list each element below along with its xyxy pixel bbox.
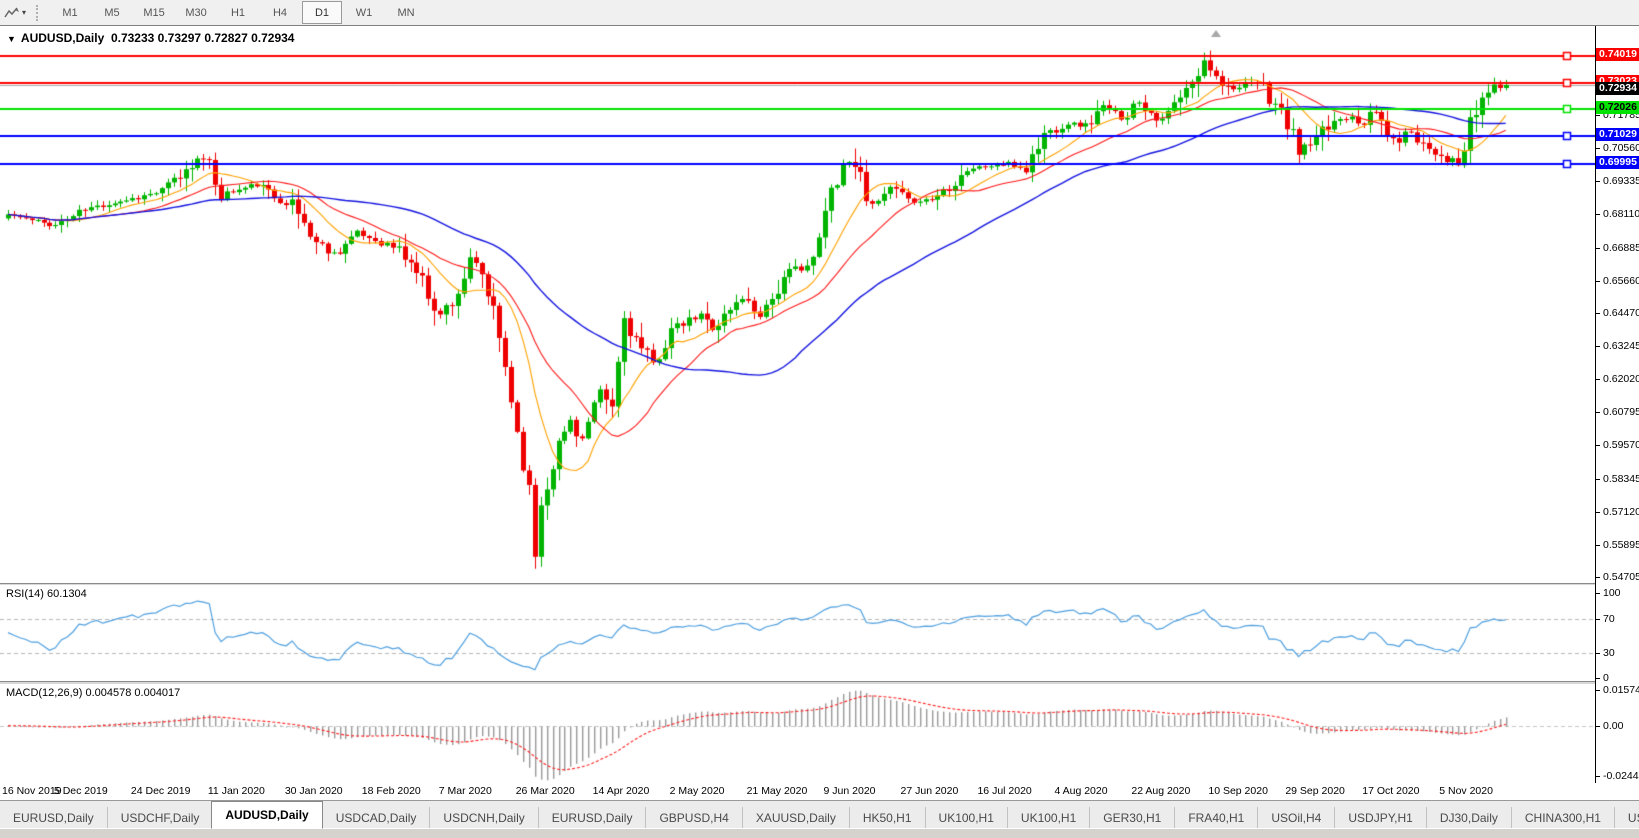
price-tick-label: 0.63245 — [1596, 340, 1639, 352]
date-tick-label: 2 May 2020 — [669, 785, 725, 797]
date-tick-label: 5 Nov 2020 — [1439, 785, 1493, 797]
toolbar-grip — [36, 4, 41, 21]
macd-label: MACD(12,26,9) 0.004578 0.004017 — [6, 687, 181, 699]
chart-tab-usdchf-daily[interactable]: USDCHF,Daily — [106, 807, 213, 829]
date-tick-label: 4 Aug 2020 — [1054, 785, 1108, 797]
price-tick-label: 0.68110 — [1596, 208, 1639, 220]
timeframe-button-m30[interactable]: M30 — [176, 1, 216, 24]
chart-tab-usoil-h1[interactable]: USOil,H1 — [1613, 807, 1639, 829]
price-tick-label: 0.69335 — [1596, 175, 1639, 187]
price-tick-label: 0.65660 — [1596, 275, 1639, 287]
price-axis[interactable]: 0.71785 0.70560 0.69335 0.68110 0.66885 0.656… — [1595, 26, 1639, 783]
candlestick-chart-canvas[interactable] — [0, 27, 1595, 584]
date-tick-label: 14 Apr 2020 — [592, 785, 650, 797]
chart-tab-hk50-h1[interactable]: HK50,H1 — [848, 807, 925, 829]
chart-tab-dj30-daily[interactable]: DJ30,Daily — [1425, 807, 1511, 829]
chart-tab-eurusd-daily[interactable]: EURUSD,Daily — [0, 807, 107, 829]
date-tick-label: 16 Nov 2019 — [2, 785, 62, 797]
chart-tab-eurusd-daily[interactable]: EURUSD,Daily — [537, 807, 646, 829]
macd-tick-label: -0.024412 — [1596, 770, 1639, 782]
chart-tab-uk100-h1[interactable]: UK100,H1 — [924, 807, 1007, 829]
timeframe-button-mn[interactable]: MN — [386, 1, 426, 24]
level-price-chip: 0.72026 — [1596, 101, 1639, 115]
date-tick-label: 7 Mar 2020 — [438, 785, 492, 797]
price-tick-label: 0.64470 — [1596, 307, 1639, 319]
rsi-panel: RSI(14) 60.1304 — [0, 585, 1595, 681]
chart-tab-china300-h1[interactable]: CHINA300,H1 — [1510, 807, 1614, 829]
price-tick-label: 0.54705 — [1596, 571, 1639, 583]
chart-tab-fra40-h1[interactable]: FRA40,H1 — [1174, 807, 1257, 829]
symbol-period-label: AUDUSD,Daily — [20, 31, 105, 45]
chart-tab-usdcnh-daily[interactable]: USDCNH,Daily — [429, 807, 537, 829]
timeframe-button-w1[interactable]: W1 — [344, 1, 384, 24]
chart-tool-button[interactable]: ▾ — [0, 0, 30, 25]
price-tick-label: 0.59570 — [1596, 439, 1639, 451]
price-tick-label: 0.62020 — [1596, 373, 1639, 385]
price-tick-label: 0.66885 — [1596, 242, 1639, 254]
macd-panel: MACD(12,26,9) 0.004578 0.004017 — [0, 684, 1595, 784]
level-price-chip: 0.74019 — [1596, 47, 1639, 61]
rsi-tick-label: 0 — [1596, 672, 1609, 684]
date-tick-label: 30 Jan 2020 — [284, 785, 343, 797]
trading-terminal-window: ▾ M1 M5 M15 M30 H1 H4 D1 W1 MN ▼ AUDUSD,Daily 0.7… — [0, 0, 1639, 838]
price-tick-label: 0.57120 — [1596, 506, 1639, 518]
date-tick-label: 18 Feb 2020 — [361, 785, 421, 797]
collapse-triangle-icon[interactable]: ▼ — [7, 34, 16, 44]
date-tick-label: 21 May 2020 — [746, 785, 808, 797]
price-tick-label: 0.60795 — [1596, 406, 1639, 418]
rsi-tick-label: 70 — [1596, 613, 1615, 625]
date-tick-label: 5 Dec 2019 — [53, 785, 108, 797]
ohlc-values: 0.73233 0.73297 0.72827 0.72934 — [110, 31, 295, 45]
chart-tab-usdjpy-h1[interactable]: USDJPY,H1 — [1334, 807, 1425, 829]
level-price-chip: 0.71029 — [1596, 128, 1639, 142]
level-price-chip: 0.69995 — [1596, 156, 1639, 170]
macd-chart-canvas[interactable] — [0, 684, 1595, 783]
price-tick-label: 0.70560 — [1596, 142, 1639, 154]
rsi-tick-label: 30 — [1596, 647, 1615, 659]
chart-tab-usdcad-daily[interactable]: USDCAD,Daily — [321, 807, 430, 829]
chart-tab-usoil-h4[interactable]: USOil,H4 — [1257, 807, 1334, 829]
main-chart-panel: ▼ AUDUSD,Daily 0.73233 0.73297 0.72827 0.… — [0, 25, 1639, 584]
date-tick-label: 11 Jan 2020 — [207, 785, 265, 797]
timeframe-button-h4[interactable]: H4 — [260, 1, 300, 24]
macd-tick-label: 0.015741 — [1596, 684, 1639, 696]
chart-tab-uk100-h1[interactable]: UK100,H1 — [1006, 807, 1089, 829]
status-bar-edge — [0, 828, 1639, 838]
date-tick-label: 26 Mar 2020 — [515, 785, 575, 797]
date-tick-label: 16 Jul 2020 — [977, 785, 1032, 797]
timeframe-button-m5[interactable]: M5 — [92, 1, 132, 24]
date-tick-label: 9 Jun 2020 — [823, 785, 876, 797]
macd-tick-label: 0.00 — [1596, 720, 1623, 732]
rsi-tick-label: 100 — [1596, 587, 1621, 599]
chevron-down-icon[interactable]: ▾ — [22, 8, 26, 17]
date-tick-label: 17 Oct 2020 — [1362, 785, 1420, 797]
date-tick-label: 22 Aug 2020 — [1131, 785, 1191, 797]
date-tick-label: 27 Jun 2020 — [900, 785, 959, 797]
timeframe-button-d1[interactable]: D1 — [302, 1, 343, 24]
chart-tab-gbpusd-h4[interactable]: GBPUSD,H4 — [645, 807, 741, 829]
chart-tab-xauusd-daily[interactable]: XAUUSD,Daily — [741, 807, 849, 829]
timeframe-toolbar: ▾ M1 M5 M15 M30 H1 H4 D1 W1 MN — [0, 0, 1639, 26]
timeframe-button-h1[interactable]: H1 — [218, 1, 258, 24]
date-tick-label: 24 Dec 2019 — [130, 785, 191, 797]
rsi-chart-canvas[interactable] — [0, 585, 1595, 681]
chart-tab-ger30-h1[interactable]: GER30,H1 — [1089, 807, 1174, 829]
date-axis[interactable]: 16 Nov 2019 5 Dec 2019 24 Dec 2019 11 Jan 2… — [0, 783, 1639, 800]
chart-tab-audusd-daily[interactable]: AUDUSD,Daily — [211, 801, 323, 829]
price-tick-label: 0.55895 — [1596, 539, 1639, 551]
price-tick-label: 0.58345 — [1596, 473, 1639, 485]
chart-line-icon — [4, 7, 19, 17]
date-tick-label: 10 Sep 2020 — [1208, 785, 1268, 797]
timeframe-buttons: M1 M5 M15 M30 H1 H4 D1 W1 MN — [49, 1, 427, 24]
timeframe-button-m1[interactable]: M1 — [50, 1, 90, 24]
chart-tab-bar: EURUSD,Daily USDCHF,Daily AUDUSD,Daily USDC… — [0, 800, 1639, 829]
current-price-chip: 0.72934 — [1596, 81, 1639, 95]
date-tick-label: 29 Sep 2020 — [1285, 785, 1345, 797]
timeframe-button-m15[interactable]: M15 — [134, 1, 174, 24]
chart-title: ▼ AUDUSD,Daily 0.73233 0.73297 0.72827 0.… — [7, 31, 294, 45]
rsi-label: RSI(14) 60.1304 — [6, 588, 87, 600]
